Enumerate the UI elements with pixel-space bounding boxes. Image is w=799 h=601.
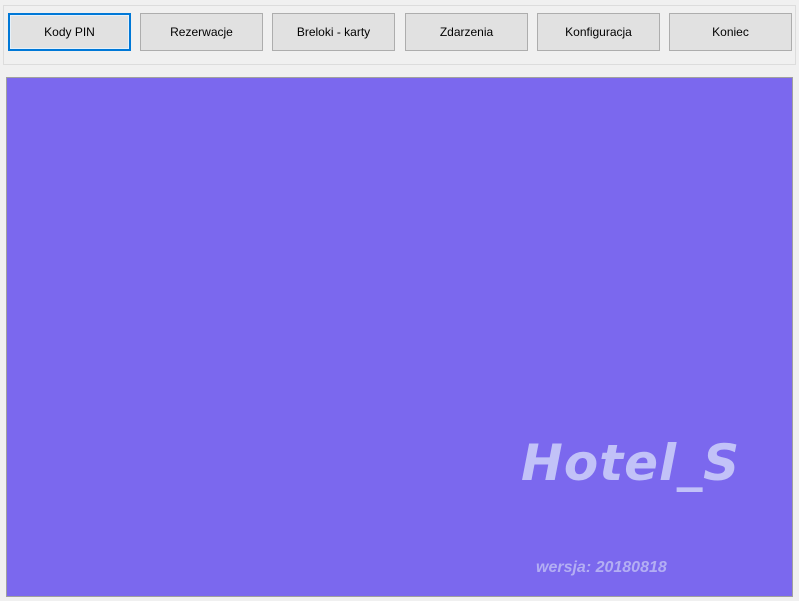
konfiguracja-button[interactable]: Konfiguracja (537, 13, 660, 51)
splash-panel: Hotel_S wersja: 20180818 (6, 77, 793, 597)
rezerwacje-button[interactable]: Rezerwacje (140, 13, 263, 51)
app-title: Hotel_S (521, 434, 741, 492)
breloki-karty-button[interactable]: Breloki - karty (272, 13, 395, 51)
koniec-button[interactable]: Koniec (669, 13, 792, 51)
version-label: wersja: 20180818 (536, 559, 667, 576)
kody-pin-button[interactable]: Kody PIN (8, 13, 131, 51)
toolbar: Kody PIN Rezerwacje Breloki - karty Zdar… (3, 5, 796, 65)
zdarzenia-button[interactable]: Zdarzenia (405, 13, 528, 51)
